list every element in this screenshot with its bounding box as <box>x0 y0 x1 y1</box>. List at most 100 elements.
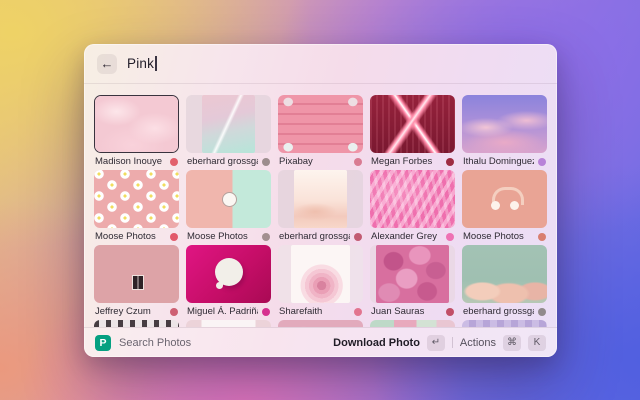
photo-thumbnail[interactable] <box>186 170 271 228</box>
photo-thumbnail[interactable] <box>278 245 363 303</box>
photo-meta: Moose Photos <box>462 228 547 245</box>
photo-result-partial[interactable] <box>94 320 179 327</box>
color-badge <box>446 158 454 166</box>
back-button[interactable]: ← <box>97 54 117 74</box>
photo-result-partial[interactable] <box>186 320 271 327</box>
photographer-name: eberhard grossga... <box>279 231 350 242</box>
photographer-name: Juan Sauras <box>371 306 424 317</box>
photographer-name: Moose Photos <box>187 231 248 242</box>
photo-lavender-stripes <box>462 320 547 327</box>
photo-grid: Madison Inouye eberhard grossga... Pixabay… <box>84 84 557 327</box>
photo-result-partial[interactable] <box>278 320 363 327</box>
color-badge <box>538 158 546 166</box>
photo-result[interactable]: Sharefaith <box>278 245 363 320</box>
photo-mixed-pastel <box>370 320 455 327</box>
photo-thumbnail[interactable] <box>370 170 455 228</box>
photo-result[interactable]: Moose Photos <box>186 170 271 245</box>
color-badge <box>538 233 546 241</box>
command-key-icon: ⌘ <box>503 335 521 351</box>
return-key-icon: ↵ <box>427 335 445 351</box>
photo-thumbnail[interactable] <box>94 245 179 303</box>
photo-meta: Sharefaith <box>278 303 363 320</box>
photo-floral-blur <box>278 320 363 327</box>
photo-result[interactable]: Moose Photos <box>462 170 547 245</box>
actions-button[interactable]: Actions <box>460 337 496 349</box>
photo-thumbnail[interactable] <box>370 320 455 327</box>
photo-pink-wood-planks <box>278 95 363 153</box>
photo-alarm-clock <box>186 170 271 228</box>
photo-thumbnail[interactable] <box>462 170 547 228</box>
photo-cloud-teal-sky <box>462 245 547 303</box>
photo-thumbnail[interactable] <box>186 245 271 303</box>
photo-row: Moose Photos Moose Photos eberhard grossga… <box>94 170 547 245</box>
photo-row: Madison Inouye eberhard grossga... Pixabay… <box>94 95 547 170</box>
photo-thumbnail[interactable] <box>186 320 271 327</box>
photo-thumbnail[interactable] <box>462 95 547 153</box>
photo-thumbnail[interactable] <box>462 320 547 327</box>
back-arrow-icon: ← <box>101 56 114 71</box>
footer-actions: Download Photo ↵ Actions ⌘ K <box>333 335 546 351</box>
color-badge <box>170 308 178 316</box>
photo-thumbnail[interactable] <box>186 95 271 153</box>
photo-pink-clouds <box>95 96 178 152</box>
photo-speech-bubble <box>186 245 271 303</box>
photo-thumbnail[interactable] <box>278 95 363 153</box>
photo-row: Jeffrey Czum Miguel Á. Padriñán Sharefaith… <box>94 245 547 320</box>
photo-headphones <box>462 170 547 228</box>
photo-result[interactable]: eberhard grossga... <box>278 170 363 245</box>
color-badge <box>170 158 178 166</box>
photo-pink-feathers <box>370 170 455 228</box>
text-cursor <box>155 56 157 71</box>
photo-meta: Pixabay <box>278 153 363 170</box>
photo-thumbnail[interactable] <box>370 95 455 153</box>
color-badge <box>262 158 270 166</box>
photo-result[interactable]: eberhard grossga... <box>462 245 547 320</box>
color-badge <box>354 158 362 166</box>
color-badge <box>446 233 454 241</box>
photo-result[interactable]: Alexander Grey <box>370 170 455 245</box>
status-bar: P Search Photos Download Photo ↵ Actions… <box>84 327 557 357</box>
color-badge <box>262 308 270 316</box>
photo-result[interactable]: Juan Sauras <box>370 245 455 320</box>
photo-meta: Megan Forbes <box>370 153 455 170</box>
photo-thumbnail[interactable] <box>462 245 547 303</box>
photographer-name: Jeffrey Czum <box>95 306 151 317</box>
color-badge <box>170 233 178 241</box>
photographer-name: eberhard grossga... <box>187 156 258 167</box>
photographer-name: Pixabay <box>279 156 313 167</box>
pexels-icon-letter: P <box>99 337 106 349</box>
photo-meta: eberhard grossga... <box>278 228 363 245</box>
photographer-name: Madison Inouye <box>95 156 162 167</box>
photo-result[interactable]: eberhard grossga... <box>186 95 271 170</box>
photo-result-partial[interactable] <box>462 320 547 327</box>
photo-meta: Juan Sauras <box>370 303 455 320</box>
photo-result[interactable]: Miguel Á. Padriñán <box>186 245 271 320</box>
photo-result[interactable]: Madison Inouye <box>94 95 179 170</box>
photo-result[interactable]: Ithalu Dominguez <box>462 95 547 170</box>
photo-thumbnail[interactable] <box>94 170 179 228</box>
k-key-icon: K <box>528 335 546 351</box>
photo-result[interactable]: Moose Photos <box>94 170 179 245</box>
photo-result[interactable]: Megan Forbes <box>370 95 455 170</box>
command-name: Search Photos <box>119 337 191 349</box>
download-photo-button[interactable]: Download Photo <box>333 337 420 349</box>
photographer-name: Alexander Grey <box>371 231 437 242</box>
photo-result-partial[interactable] <box>370 320 455 327</box>
photographer-name: Miguel Á. Padriñán <box>187 306 258 317</box>
photo-thumbnail[interactable] <box>278 170 363 228</box>
photo-meta: Moose Photos <box>186 228 271 245</box>
photo-meta: Jeffrey Czum <box>94 303 179 320</box>
photo-thumbnail[interactable] <box>370 245 455 303</box>
photo-result[interactable]: Jeffrey Czum <box>94 245 179 320</box>
photo-thumbnail[interactable] <box>94 320 179 327</box>
search-input[interactable]: Pink <box>127 56 157 71</box>
photographer-name: Ithalu Dominguez <box>463 156 534 167</box>
photo-pink-wall-window <box>94 245 179 303</box>
photo-row <box>94 320 547 327</box>
footer-divider <box>452 337 453 348</box>
photo-soft-pink <box>186 320 271 327</box>
photo-thumbnail[interactable] <box>278 320 363 327</box>
photo-thumbnail-selected[interactable] <box>94 95 179 153</box>
search-header: ← Pink <box>84 44 557 84</box>
photo-result[interactable]: Pixabay <box>278 95 363 170</box>
